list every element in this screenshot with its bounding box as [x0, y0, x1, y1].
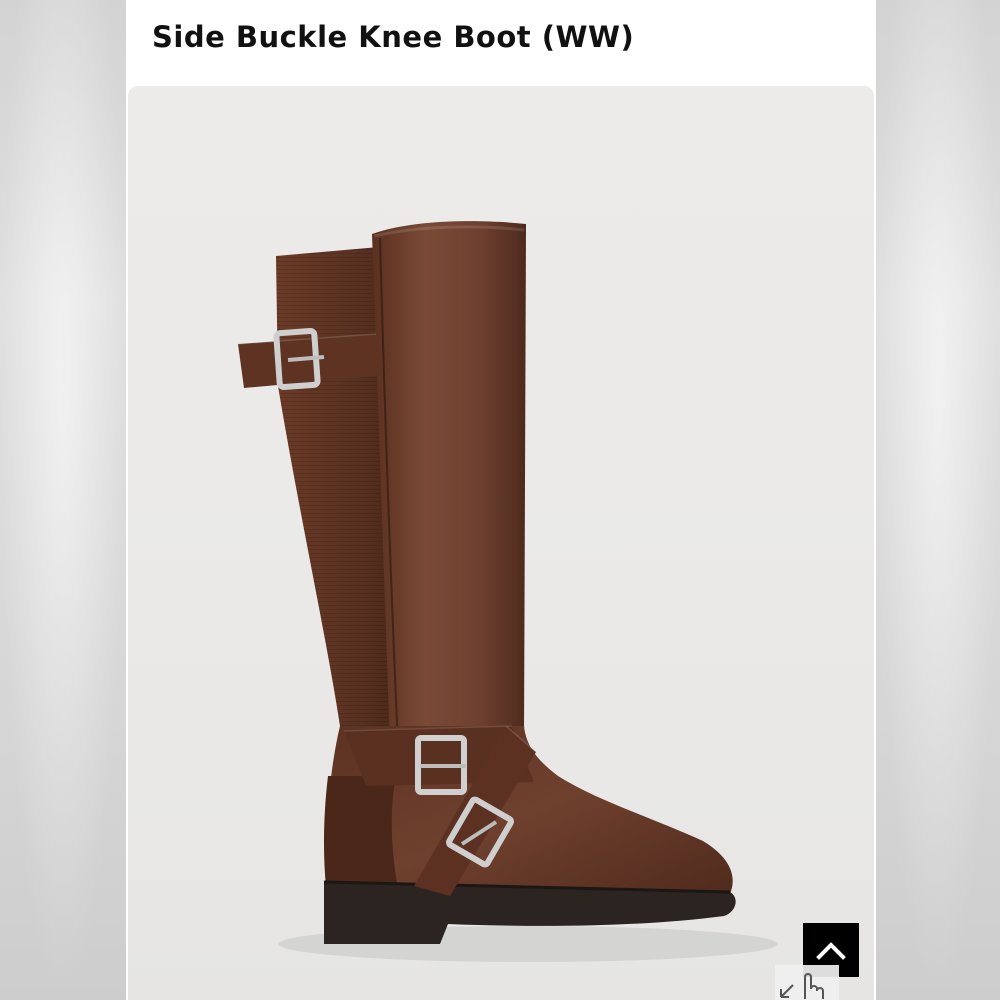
zoom-hint [775, 965, 839, 1000]
product-image[interactable] [128, 86, 874, 1000]
blurred-background-left [0, 0, 126, 1000]
product-title: Side Buckle Knee Boot (WW) [152, 20, 635, 54]
pinch-zoom-hand-icon [780, 973, 824, 999]
product-card: Side Buckle Knee Boot (WW) [126, 0, 876, 1000]
boot-illustration [237, 221, 778, 962]
chevron-up-icon [816, 942, 846, 960]
app-viewport: Side Buckle Knee Boot (WW) [0, 0, 1000, 1000]
blurred-background-right [876, 0, 1000, 1000]
